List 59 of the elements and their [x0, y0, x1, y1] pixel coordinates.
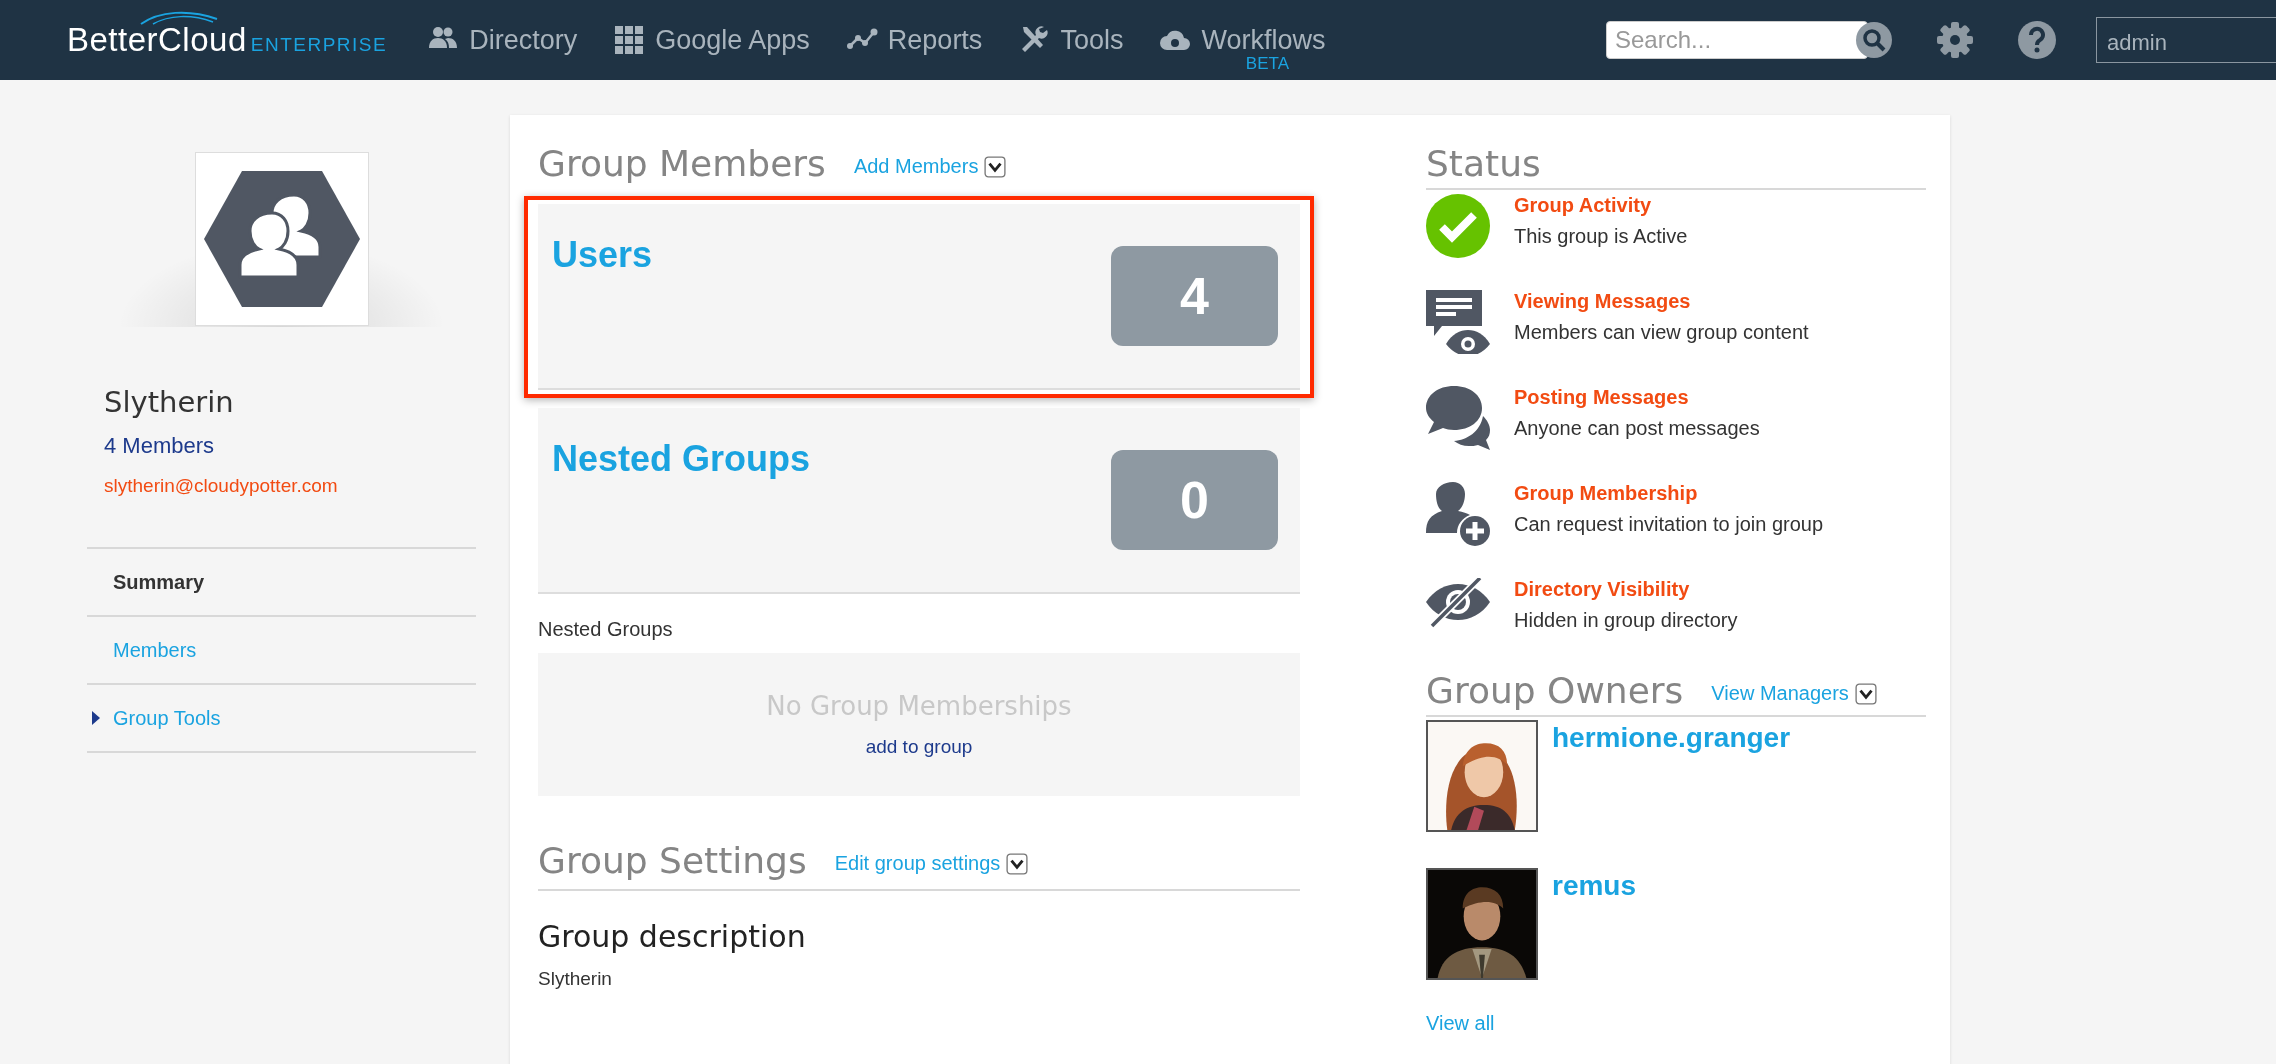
setting-value: Slytherin	[538, 968, 613, 990]
summary-tile[interactable]: Users 4	[538, 204, 1300, 390]
setting-title: Group description	[538, 919, 807, 954]
status-text: Members can view group content	[1514, 321, 1809, 344]
grid-icon	[613, 24, 646, 56]
status-title: Group Membership	[1514, 482, 1699, 505]
logo-text[interactable]: BetterCloud	[67, 21, 247, 59]
status-title: Directory Visibility	[1514, 578, 1691, 601]
tile-link[interactable]: Nested Groups	[552, 438, 811, 480]
group-email: slytherin@cloudypotter.com	[104, 475, 339, 497]
owner-name[interactable]: remus	[1552, 868, 1637, 904]
nav-item[interactable]: Directory	[427, 24, 578, 56]
owner-name[interactable]: hermione.granger	[1552, 720, 1791, 756]
view-managers-link[interactable]: View Managers	[1711, 682, 1877, 711]
section-heading: Group Owners	[1426, 670, 1684, 711]
member-count: 4 Members	[104, 433, 216, 459]
group-name: Slytherin	[104, 385, 235, 419]
nav-item[interactable]: Google Apps	[613, 24, 810, 56]
user-menu[interactable]: admin	[2096, 17, 2276, 63]
section-heading: Status	[1426, 143, 1541, 184]
nav-item[interactable]: Reports	[845, 24, 983, 56]
status-text: This group is Active	[1514, 225, 1688, 248]
search-field[interactable]: Search...	[1606, 21, 1868, 59]
beta-label: BETA	[1244, 54, 1290, 74]
status-title: Posting Messages	[1514, 386, 1690, 409]
tile-link[interactable]: Users	[552, 234, 653, 276]
sidebar-item[interactable]: Group Tools	[87, 685, 476, 753]
expand-icon[interactable]	[92, 711, 100, 725]
add-members-link[interactable]: Add Members	[853, 155, 1007, 184]
nav-item[interactable]: Tools	[1018, 24, 1124, 56]
settings-icon[interactable]	[1936, 21, 1974, 59]
chat-bubbles-icon	[1426, 386, 1490, 450]
check-circle-icon	[1426, 194, 1490, 258]
help-icon[interactable]	[2018, 21, 2056, 59]
section-heading: Group Settings	[538, 840, 807, 881]
section-label: Nested Groups	[538, 618, 674, 641]
count-badge: 4	[1111, 246, 1278, 346]
search-icon[interactable]	[1856, 22, 1892, 58]
dropdown-icon[interactable]	[984, 155, 1007, 178]
summary-tile[interactable]: Nested Groups 0	[538, 408, 1300, 594]
dropdown-icon[interactable]	[1854, 682, 1877, 705]
edition-label: ENTERPRISE	[250, 34, 388, 56]
count-badge: 0	[1111, 450, 1278, 550]
status-text: Anyone can post messages	[1514, 417, 1760, 440]
section-heading: Group Members	[538, 143, 826, 184]
edit-settings-link[interactable]: Edit group settings	[834, 852, 1029, 881]
status-title: Group Activity	[1514, 194, 1653, 217]
dropdown-icon[interactable]	[1006, 852, 1029, 875]
sidebar-item[interactable]: Members	[87, 617, 476, 685]
status-text: Hidden in group directory	[1514, 609, 1738, 632]
sidebar-item[interactable]: Summary	[87, 549, 476, 617]
view-all-link[interactable]: View all	[1426, 1012, 1495, 1035]
logo-swoosh-icon	[139, 9, 219, 25]
add-to-group-link[interactable]: add to group	[859, 735, 979, 759]
message-eye-icon	[1426, 290, 1490, 354]
status-title: Viewing Messages	[1514, 290, 1692, 313]
group-icon	[201, 169, 362, 309]
user-add-icon	[1426, 482, 1490, 546]
status-text: Can request invitation to join group	[1514, 513, 1824, 536]
